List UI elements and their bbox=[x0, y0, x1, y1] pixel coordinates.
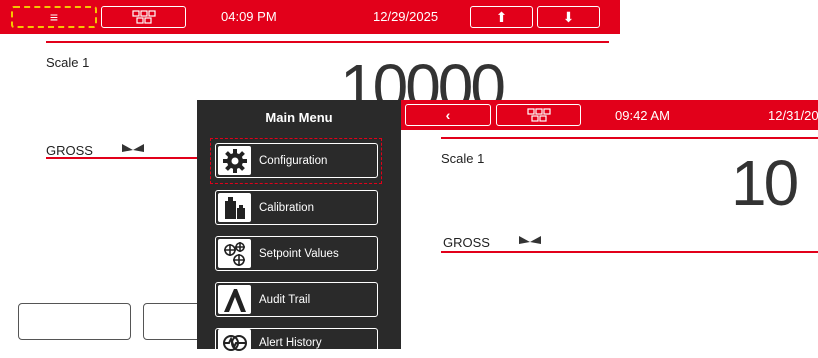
menu-item-label: Configuration bbox=[259, 154, 328, 167]
front-mode-label: GROSS bbox=[443, 235, 490, 250]
scales-button[interactable] bbox=[101, 6, 186, 28]
front-date: 12/31/202 bbox=[768, 108, 818, 123]
grid-icon bbox=[131, 10, 156, 24]
arrow-down-button[interactable]: ⬇ bbox=[537, 6, 600, 28]
front-clock: 09:42 AM bbox=[615, 108, 670, 123]
mode-label: GROSS bbox=[46, 143, 93, 158]
chevron-left-icon: ‹ bbox=[445, 107, 451, 123]
front-scale-divider bbox=[441, 137, 818, 139]
menu-item-label: Setpoint Values bbox=[259, 247, 339, 260]
setpoint-icon bbox=[223, 241, 245, 266]
scale-divider bbox=[46, 41, 609, 43]
weights-icon bbox=[224, 196, 245, 219]
gross-divider bbox=[46, 157, 197, 159]
front-scale-label: Scale 1 bbox=[441, 151, 485, 166]
hamburger-icon: ≡ bbox=[49, 9, 59, 25]
menu-item-setpoint-values[interactable]: Setpoint Values bbox=[215, 236, 378, 271]
menu-item-label: Alert History bbox=[259, 337, 322, 349]
softkey-2[interactable] bbox=[143, 303, 203, 340]
arrow-down-icon: ⬇ bbox=[562, 8, 575, 25]
alert-history-icon bbox=[222, 335, 247, 351]
menu-item-configuration[interactable]: Configuration bbox=[215, 143, 378, 178]
menu-item-calibration[interactable]: Calibration bbox=[215, 190, 378, 225]
back-button[interactable]: ‹ bbox=[405, 104, 491, 126]
menu-item-alert-history[interactable]: Alert History bbox=[215, 328, 378, 358]
arrow-up-button[interactable]: ⬆ bbox=[470, 6, 533, 28]
top-bar: ≡ 04:09 PM 12/29/2025 ⬆ ⬇ bbox=[0, 0, 634, 34]
front-weight-display: 10 bbox=[731, 147, 799, 219]
main-menu-panel: Main Menu Configuration Calibration Setp… bbox=[197, 100, 401, 358]
menu-item-label: Audit Trail bbox=[259, 293, 311, 306]
audit-trail-icon bbox=[223, 288, 246, 312]
motion-indicator-icon bbox=[519, 236, 541, 244]
motion-indicator-icon bbox=[122, 144, 144, 152]
date: 12/29/2025 bbox=[373, 9, 439, 24]
scale-label: Scale 1 bbox=[46, 55, 90, 70]
gear-icon bbox=[222, 148, 247, 173]
menu-item-audit-trail[interactable]: Audit Trail bbox=[215, 282, 378, 317]
front-top-bar: ‹ 09:42 AM 12/31/202 bbox=[401, 100, 818, 130]
grid-icon bbox=[526, 108, 551, 122]
front-gross-divider bbox=[441, 251, 818, 253]
menu-button[interactable]: ≡ bbox=[11, 6, 97, 28]
menu-title: Main Menu bbox=[265, 110, 333, 125]
menu-item-label: Calibration bbox=[259, 201, 314, 214]
front-screen: ‹ 09:42 AM 12/31/202 Scale 1 10 GROSS bbox=[401, 100, 818, 349]
clock: 04:09 PM bbox=[221, 9, 277, 24]
softkey-1[interactable] bbox=[18, 303, 131, 340]
arrow-up-icon: ⬆ bbox=[495, 8, 508, 25]
front-scales-button[interactable] bbox=[496, 104, 581, 126]
wifi-icon bbox=[620, 11, 634, 22]
